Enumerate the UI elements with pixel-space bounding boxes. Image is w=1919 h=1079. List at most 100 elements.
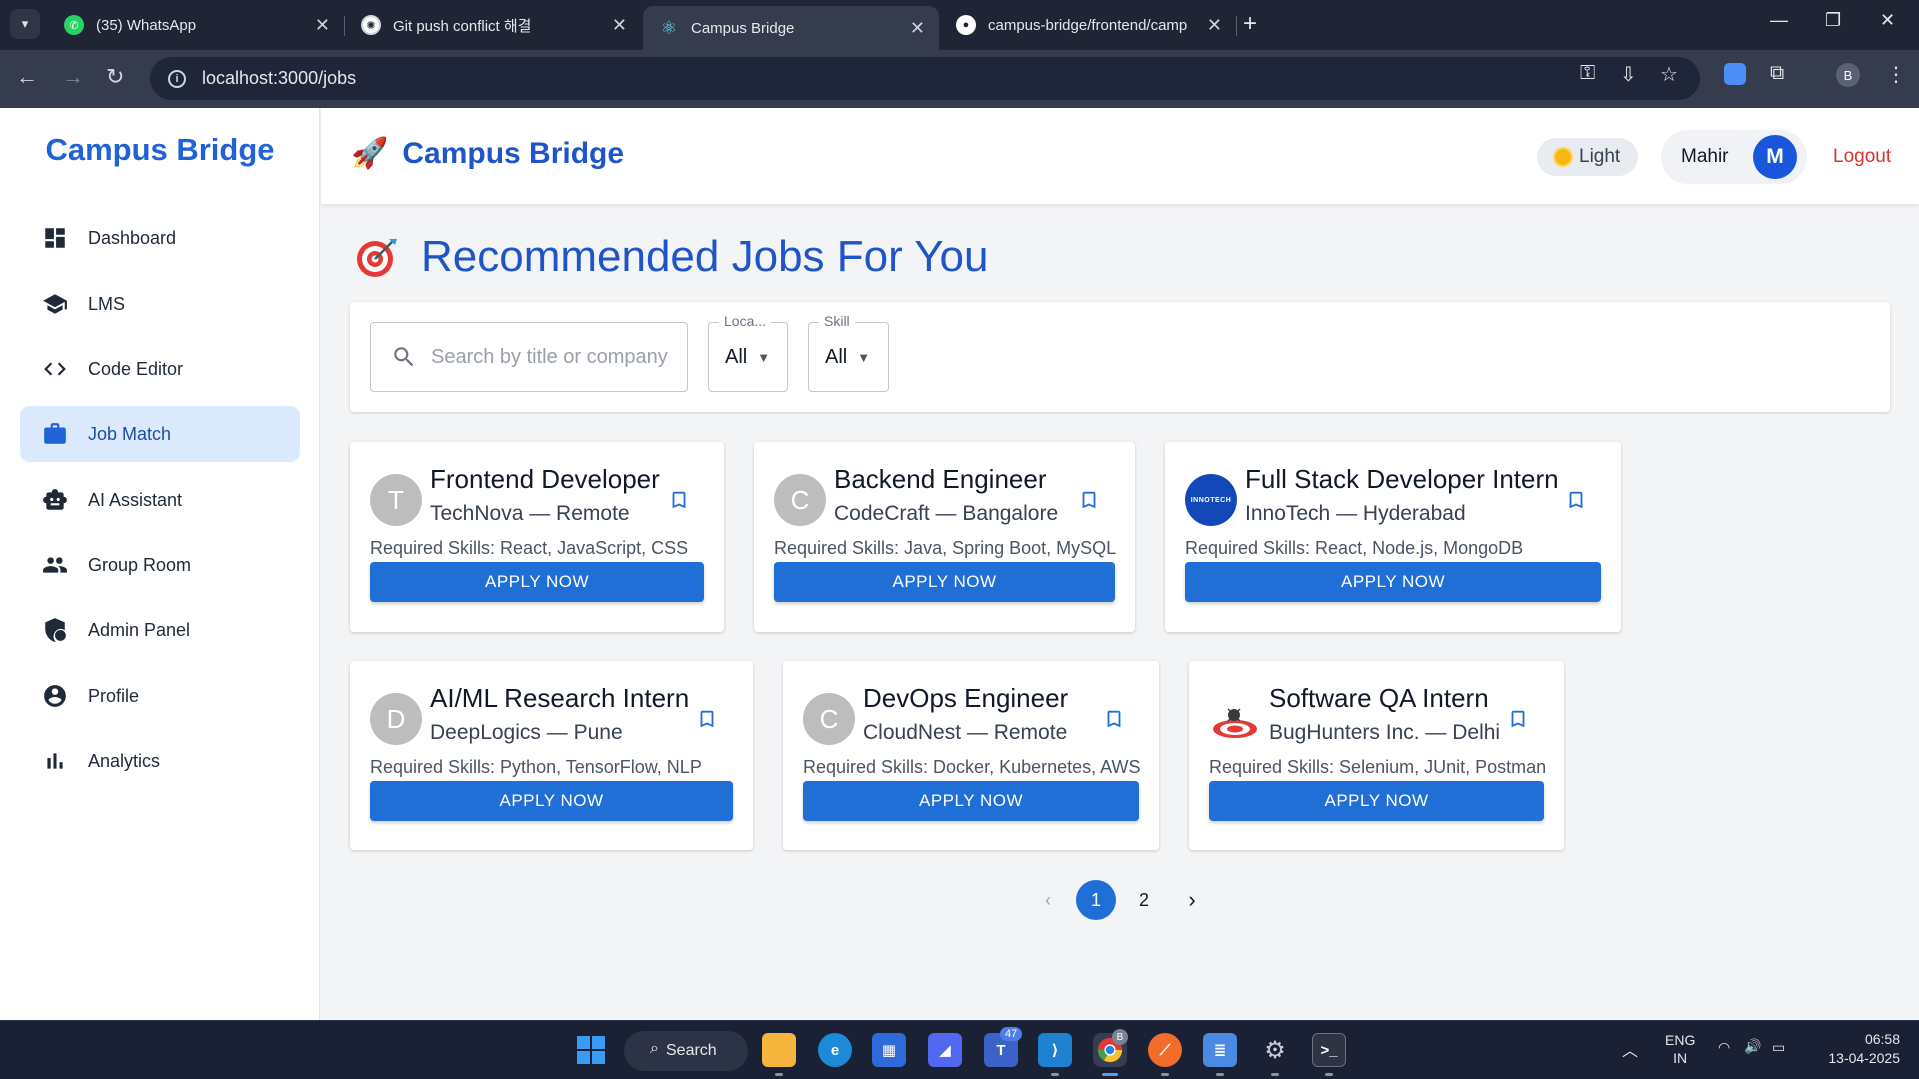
sun-icon [1555, 149, 1571, 165]
clock[interactable]: 06:58 13-04-2025 [1812, 1030, 1900, 1068]
battery-icon[interactable]: ▭ [1772, 1039, 1785, 1056]
file-explorer-icon[interactable] [762, 1033, 796, 1067]
language-indicator[interactable]: ENG IN [1665, 1031, 1695, 1067]
bookmark-star-icon[interactable]: ☆ [1660, 62, 1678, 87]
minimize-icon[interactable]: — [1770, 10, 1788, 31]
job-company-location: InnoTech — Hyderabad [1245, 502, 1466, 525]
clock-date: 13-04-2025 [1828, 1050, 1900, 1066]
company-logo: T [370, 474, 422, 526]
bug-target-icon [1209, 693, 1261, 745]
settings-gear-icon[interactable]: ⚙ [1258, 1033, 1292, 1067]
bookmark-icon[interactable] [1565, 488, 1587, 512]
sidebar-item-ai-assistant[interactable]: AI Assistant [20, 472, 300, 528]
close-tab-icon[interactable]: ✕ [315, 15, 330, 36]
tab-campus-bridge[interactable]: ⚛ Campus Bridge ✕ [643, 6, 939, 50]
job-company-location: CodeCraft — Bangalore [834, 502, 1059, 525]
target-icon [357, 239, 397, 277]
user-menu[interactable]: Mahir M [1661, 130, 1807, 184]
sidebar-item-job-match[interactable]: Job Match [20, 406, 300, 462]
extension-icon[interactable] [1724, 63, 1746, 85]
sidebar-item-code-editor[interactable]: Code Editor [20, 341, 300, 397]
code-icon [42, 356, 68, 382]
reload-icon[interactable]: ↻ [106, 65, 124, 89]
chevron-down-icon: ▼ [757, 349, 771, 365]
new-tab-icon[interactable]: + [1243, 10, 1257, 38]
terminal-icon[interactable]: >_ [1312, 1033, 1346, 1067]
dashboard-icon [42, 225, 68, 251]
back-icon[interactable]: ← [16, 65, 38, 89]
apply-now-button[interactable]: APPLY NOW [1209, 781, 1544, 821]
extensions-puzzle-icon[interactable]: ⧉ [1770, 62, 1784, 85]
sidebar-item-lms[interactable]: LMS [20, 276, 300, 332]
profile-avatar[interactable]: B [1836, 63, 1860, 87]
app-header: 🚀 Campus Bridge Light Mahir M Logout [321, 108, 1919, 204]
next-page-icon[interactable]: › [1172, 880, 1212, 920]
sidebar-item-analytics[interactable]: Analytics [20, 733, 300, 789]
windows-start-icon[interactable] [574, 1033, 608, 1067]
store-icon[interactable]: ▦ [872, 1033, 906, 1067]
sidebar-item-admin-panel[interactable]: Admin Panel [20, 602, 300, 658]
bookmark-icon[interactable] [1507, 707, 1529, 731]
job-card: D AI/ML Research Intern DeepLogics — Pun… [350, 661, 753, 850]
wifi-icon[interactable]: ◠ [1718, 1039, 1730, 1056]
tab-whatsapp[interactable]: ✆ (35) WhatsApp ✕ [48, 6, 344, 44]
taskbar-search[interactable]: ⌕ Search [624, 1031, 748, 1071]
site-info-icon[interactable]: i [168, 69, 186, 88]
header-brand[interactable]: 🚀 Campus Bridge [351, 136, 624, 171]
sidebar-item-group-room[interactable]: Group Room [20, 537, 300, 593]
tab-chatgpt[interactable]: ✺ Git push conflict 해결 ✕ [345, 6, 641, 44]
job-title: Full Stack Developer Intern [1245, 464, 1559, 494]
password-key-icon[interactable]: ⚿ [1580, 62, 1595, 85]
apply-now-button[interactable]: APPLY NOW [370, 562, 704, 602]
postman-icon[interactable]: ⟋ [1148, 1033, 1182, 1067]
user-name: Mahir [1681, 146, 1729, 167]
previous-page-icon[interactable]: ‹ [1028, 880, 1068, 920]
apply-now-button[interactable]: APPLY NOW [1185, 562, 1601, 602]
job-title: Frontend Developer [430, 464, 660, 494]
close-window-icon[interactable]: ✕ [1880, 10, 1895, 31]
forward-icon[interactable]: → [62, 65, 84, 89]
theme-toggle-button[interactable]: Light [1537, 138, 1638, 176]
sidebar-item-label: Job Match [88, 423, 172, 444]
address-bar[interactable]: i localhost:3000/jobs [150, 57, 1700, 100]
apply-now-button[interactable]: APPLY NOW [370, 781, 733, 821]
bookmark-icon[interactable] [696, 707, 718, 731]
chevron-up-icon[interactable]: ︿ [1622, 1037, 1638, 1061]
edge-icon[interactable]: e [818, 1033, 852, 1067]
volume-icon[interactable]: 🔊 [1744, 1038, 1761, 1055]
close-tab-icon[interactable]: ✕ [1207, 15, 1222, 36]
job-title: Backend Engineer [834, 464, 1047, 494]
notepad-icon[interactable]: ≣ [1203, 1033, 1237, 1067]
apply-now-button[interactable]: APPLY NOW [803, 781, 1139, 821]
bookmark-icon[interactable] [1103, 707, 1125, 731]
menu-kebab-icon[interactable]: ⋮ [1886, 62, 1906, 87]
location-filter-select[interactable]: Loca... All ▼ [708, 313, 788, 392]
analytics-icon [42, 748, 68, 774]
tab-title: campus-bridge/frontend/camp [988, 16, 1188, 34]
apply-now-button[interactable]: APPLY NOW [774, 562, 1115, 602]
browser-toolbar: ← → ↻ i localhost:3000/jobs ⚿ ⇩ ☆ ⧉ B ⋮ [0, 50, 1919, 108]
tab-search-dropdown-icon[interactable]: ▾ [10, 9, 40, 39]
search-input[interactable]: Search by title or company [370, 322, 688, 392]
sidebar-item-dashboard[interactable]: Dashboard [20, 210, 300, 266]
tab-github[interactable]: ● campus-bridge/frontend/camp ✕ [940, 6, 1236, 44]
windows-taskbar: ⌕ Search e ▦ ◢ T 47 ⟩ B ⟋ ≣ ⚙ >_ ︿ ENG I… [0, 1020, 1919, 1079]
sidebar-item-profile[interactable]: Profile [20, 668, 300, 724]
install-app-icon[interactable]: ⇩ [1620, 62, 1637, 87]
page-button-1[interactable]: 1 [1076, 880, 1116, 920]
sidebar-item-label: Admin Panel [88, 619, 191, 640]
bookmark-icon[interactable] [668, 488, 690, 512]
logout-button[interactable]: Logout [1833, 146, 1891, 168]
vscode-icon[interactable]: ⟩ [1038, 1033, 1072, 1067]
sidebar-brand[interactable]: Campus Bridge [0, 132, 320, 168]
design-app-icon[interactable]: ◢ [928, 1033, 962, 1067]
search-icon [394, 347, 414, 367]
bookmark-icon[interactable] [1078, 488, 1100, 512]
page-button-2[interactable]: 2 [1124, 880, 1164, 920]
theme-label: Light [1579, 146, 1621, 167]
job-skills: Required Skills: Selenium, JUnit, Postma… [1209, 757, 1547, 777]
skill-filter-select[interactable]: Skill All ▼ [808, 313, 889, 392]
restore-icon[interactable]: ❐ [1825, 10, 1841, 31]
close-tab-icon[interactable]: ✕ [910, 18, 925, 39]
close-tab-icon[interactable]: ✕ [612, 15, 627, 36]
